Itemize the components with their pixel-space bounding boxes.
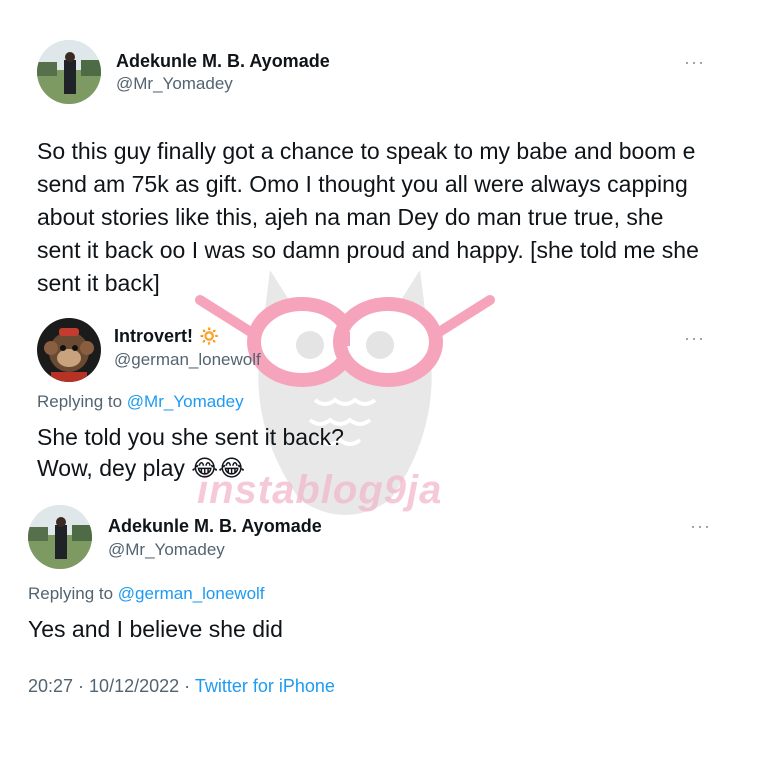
avatar[interactable] <box>28 505 92 569</box>
more-options-icon[interactable]: ··· <box>690 516 711 537</box>
tweet-time[interactable]: 20:27 <box>28 676 73 696</box>
reply-text-line-2: Wow, dey play 😂😂 <box>37 455 246 481</box>
reply-author-name-text: Introvert! <box>114 326 194 346</box>
avatar[interactable] <box>37 40 101 104</box>
reply-author-name[interactable]: Introvert! 🔅 <box>114 326 220 347</box>
replying-to-label: Replying to <box>37 392 123 411</box>
separator: · <box>73 676 90 696</box>
tweet-text: So this guy finally got a chance to spea… <box>37 138 699 296</box>
replying-to-line: Replying to @Mr_Yomadey <box>37 392 244 412</box>
avatar[interactable] <box>37 318 101 382</box>
reply-author-handle[interactable]: @Mr_Yomadey <box>108 540 225 560</box>
profile-photo-icon <box>37 40 101 104</box>
replying-to-line: Replying to @german_lonewolf <box>28 584 265 604</box>
more-options-icon[interactable]: ··· <box>684 328 705 349</box>
tweet-author-handle[interactable]: @Mr_Yomadey <box>116 74 233 94</box>
profile-photo-icon <box>28 505 92 569</box>
reply-author-handle[interactable]: @german_lonewolf <box>114 350 261 370</box>
mention-link[interactable]: @german_lonewolf <box>118 584 265 603</box>
tweet-source-link[interactable]: Twitter for iPhone <box>195 676 335 696</box>
reply-author-name[interactable]: Adekunle M. B. Ayomade <box>108 516 322 537</box>
tweet-metadata: 20:27 · 10/12/2022 · Twitter for iPhone <box>28 676 335 697</box>
sun-emoji-icon: 🔅 <box>198 326 221 346</box>
monkey-avatar-icon <box>37 318 101 382</box>
tweet-author-name[interactable]: Adekunle M. B. Ayomade <box>116 51 330 72</box>
more-options-icon[interactable]: ··· <box>684 52 705 73</box>
tweet-date[interactable]: 10/12/2022 <box>89 676 179 696</box>
reply-text-line-1: She told you she sent it back? <box>37 424 344 450</box>
separator: · <box>179 676 195 696</box>
mention-link[interactable]: @Mr_Yomadey <box>127 392 244 411</box>
reply-text: Yes and I believe she did <box>28 616 283 642</box>
replying-to-label: Replying to <box>28 584 114 603</box>
